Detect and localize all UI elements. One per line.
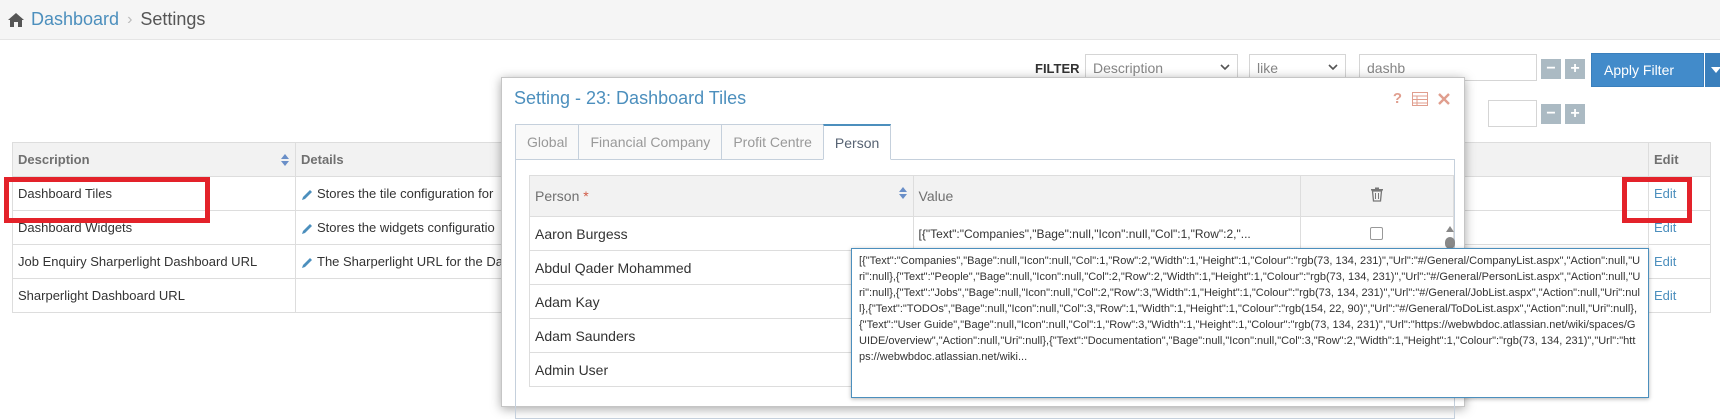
pencil-icon [301,223,313,235]
cell-description: Sharperlight Dashboard URL [13,279,296,313]
close-icon[interactable] [1438,93,1450,105]
apply-filter-label: Apply Filter [1604,62,1674,78]
tab-global[interactable]: Global [515,124,578,160]
tab-person[interactable]: Person [823,124,891,160]
column-header-value-label: Value [919,188,954,204]
tab-profit-centre[interactable]: Profit Centre [721,124,823,160]
breadcrumb-dashboard-link[interactable]: Dashboard [31,9,119,30]
column-header-edit-label: Edit [1654,152,1679,167]
highlight-edit-link [1622,177,1692,223]
filter-field-value: Description [1093,60,1163,76]
column-header-details-label: Details [301,152,344,167]
breadcrumb-current: Settings [140,9,205,30]
cell-edit: Edit [1649,245,1711,279]
filter-add-button-2[interactable]: + [1565,104,1585,124]
delete-checkbox[interactable] [1370,227,1383,240]
table-header-row: Person * Value [530,176,1454,217]
apply-filter-dropdown-button[interactable] [1705,53,1720,87]
cell-value[interactable]: [{"Text":"Companies","Bage":null,"Icon":… [913,217,1300,251]
table-row[interactable]: Aaron Burgess [{"Text":"Companies","Bage… [530,217,1454,251]
filter-label: FILTER [1035,61,1080,76]
tab-financial-company[interactable]: Financial Company [578,124,721,160]
dialog-tabs: Global Financial Company Profit Centre P… [515,124,891,160]
help-icon[interactable]: ? [1393,90,1402,107]
chevron-down-icon [1326,60,1340,74]
cell-edit: Edit [1649,279,1711,313]
breadcrumb: Dashboard › Settings [0,0,1720,40]
filter-remove-button[interactable]: − [1541,59,1561,79]
column-header-edit: Edit [1649,143,1711,177]
cell-person: Aaron Burgess [530,217,914,251]
filter-value-input-2[interactable] [1488,100,1537,127]
breadcrumb-separator-icon: › [127,11,132,29]
table-icon[interactable] [1412,92,1428,106]
column-header-delete [1300,176,1453,217]
column-header-person[interactable]: Person * [530,176,914,217]
dialog-toolbar: ? [1393,90,1450,107]
column-header-description[interactable]: Description [13,143,296,177]
sort-icon [899,187,907,199]
cell-delete [1300,217,1453,251]
apply-filter-button[interactable]: Apply Filter [1591,53,1704,87]
chevron-down-icon [1218,60,1232,74]
pencil-icon [301,257,313,269]
filter-add-button[interactable]: + [1565,59,1585,79]
pencil-icon [301,189,313,201]
filter-remove-button-2[interactable]: − [1541,104,1561,124]
trash-icon [1370,187,1384,202]
sort-icon [281,154,289,166]
filter-value-text: dashb [1367,60,1405,76]
cell-details-text: The Sharperlight URL for the Da [317,254,503,269]
highlight-dashboard-tiles [4,177,210,223]
column-header-value: Value [913,176,1300,217]
column-header-person-label: Person [535,188,579,204]
cell-details-text: Stores the widgets configuratio [317,220,495,235]
edit-link[interactable]: Edit [1654,288,1676,303]
required-marker: * [583,188,588,204]
home-icon[interactable] [7,11,25,29]
caret-down-icon [1711,66,1720,74]
cell-details-text: Stores the tile configuration for [317,186,493,201]
dialog-title: Setting - 23: Dashboard Tiles [514,88,746,109]
column-header-description-label: Description [18,152,90,167]
scroll-up-arrow-icon[interactable] [1445,225,1455,233]
filter-operator-value: like [1257,60,1278,76]
edit-link[interactable]: Edit [1654,254,1676,269]
value-tooltip: [{"Text":"Companies","Bage":null,"Icon":… [851,248,1649,398]
cell-description: Job Enquiry Sharperlight Dashboard URL [13,245,296,279]
